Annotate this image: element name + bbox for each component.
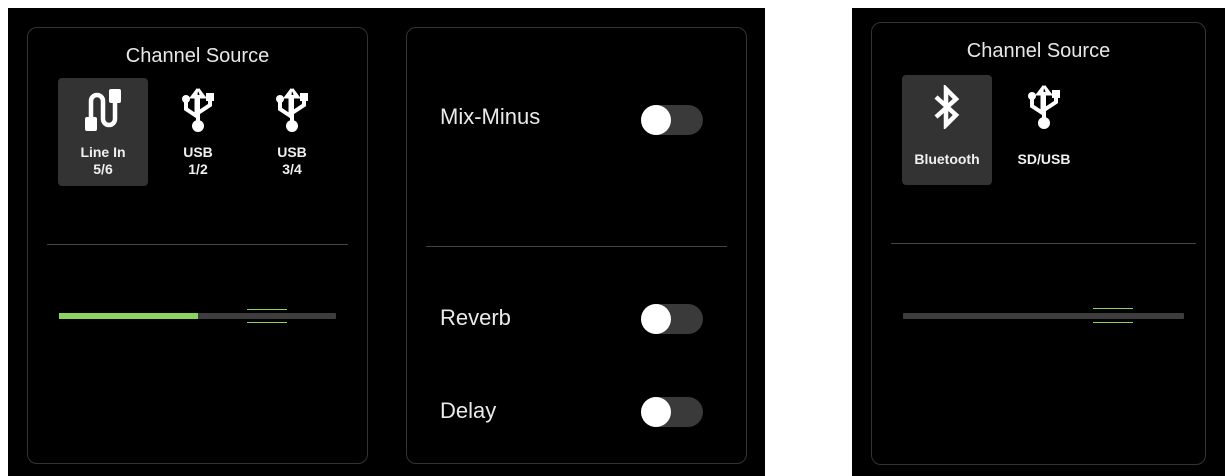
mix-minus-label: Mix-Minus [440,104,541,129]
source-bluetooth-button[interactable]: Bluetooth [902,75,992,185]
level-meter[interactable] [903,313,1184,319]
mixer-screen-right: Channel Source Bluetooth SD/USB [852,8,1225,476]
panel-divider [891,243,1196,244]
usb-icon [153,86,243,134]
panel-divider [426,246,727,247]
reverb-toggle[interactable] [641,304,703,334]
toggle-knob [641,397,671,427]
toggle-knob [641,304,671,334]
line-in-icon [58,86,148,134]
reverb-label: Reverb [440,305,511,330]
level-marker-top [1093,308,1133,309]
effects-panel: Mix-Minus Reverb Delay [406,27,747,464]
toggle-knob [641,105,671,135]
source-line-in-label: Line In 5/6 [80,144,126,177]
source-line-in-button[interactable]: Line In 5/6 [58,78,148,186]
delay-toggle[interactable] [641,397,703,427]
channel-source-title: Channel Source [125,45,270,67]
source-usb-1-2-button[interactable]: USB 1/2 [153,78,243,186]
panel-divider [47,244,348,245]
source-usb-1-2-label: USB 1/2 [183,144,213,177]
level-marker-bottom [1093,322,1133,323]
level-meter[interactable] [59,313,336,319]
level-meter-fill [59,313,198,319]
mixer-screen-left: Channel Source Line In 5/6 USB 1/2 USB 3… [8,8,765,476]
source-sd-usb-button[interactable]: SD/USB [999,75,1089,185]
source-usb-3-4-button[interactable]: USB 3/4 [247,78,337,186]
usb-icon [247,86,337,134]
level-marker-bottom [247,322,287,323]
bluetooth-icon [902,83,992,131]
delay-label: Delay [440,398,497,423]
source-bluetooth-label: Bluetooth [914,151,980,167]
channel-source-title: Channel Source [966,40,1111,62]
channel-source-panel: Channel Source Bluetooth SD/USB [871,22,1206,465]
source-usb-3-4-label: USB 3/4 [277,144,307,177]
channel-source-panel: Channel Source Line In 5/6 USB 1/2 USB 3… [27,27,368,464]
usb-icon [999,83,1089,131]
level-marker-top [247,309,287,310]
mix-minus-toggle[interactable] [641,105,703,135]
source-sd-usb-label: SD/USB [1017,151,1071,167]
